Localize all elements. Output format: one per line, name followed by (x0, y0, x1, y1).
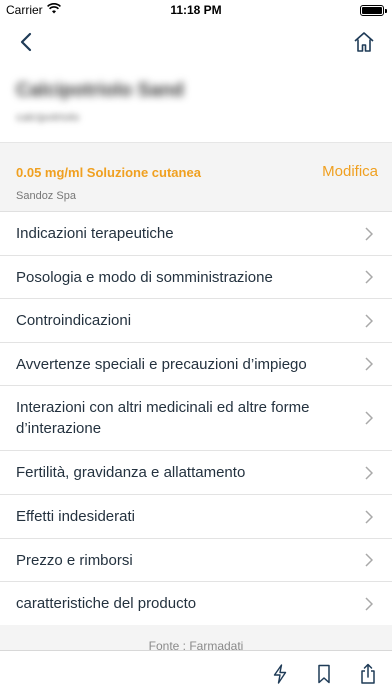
back-button[interactable] (14, 28, 38, 56)
menu-item-label: Effetti indesiderati (16, 508, 135, 525)
chevron-right-icon (364, 596, 374, 611)
source-label: Fonte : Farmadati (148, 639, 244, 650)
section-menu: Indicazioni terapeutiche Posologia e mod… (0, 212, 392, 626)
product-name: Calcipotriolo Sand (16, 80, 184, 101)
menu-item-controindicazioni[interactable]: Controindicazioni (0, 299, 392, 343)
battery-icon (360, 5, 387, 16)
menu-item-fertilita[interactable]: Fertilità, gravidanza e allattamento (0, 451, 392, 495)
chevron-right-icon (364, 313, 374, 328)
menu-item-label: Interazioni con altri medicinali ed altr… (16, 399, 310, 437)
bottom-toolbar (0, 650, 392, 696)
menu-item-label: Prezzo e rimborsi (16, 551, 133, 569)
menu-item-label: Fertilità, gravidanza e allattamento (16, 464, 246, 481)
menu-item-label: caratteristiche del producto (16, 595, 197, 612)
share-icon (361, 663, 375, 684)
product-header: Calcipotriolo Sand calcipotriolo (0, 64, 392, 142)
menu-item-prezzo[interactable]: Prezzo e rimborsi (0, 539, 392, 582)
chevron-right-icon (364, 553, 374, 567)
chevron-right-icon (364, 509, 374, 524)
menu-item-effetti[interactable]: Effetti indesiderati (0, 495, 392, 539)
chevron-right-icon (364, 226, 374, 241)
menu-item-label: Avvertenze speciali e precauzioni d’impi… (16, 355, 307, 373)
flash-icon (273, 664, 287, 684)
home-button[interactable] (350, 28, 378, 56)
nav-bar (0, 20, 392, 64)
menu-item-label: Posologia e modo di somministrazione (16, 268, 273, 286)
menu-item-indicazioni[interactable]: Indicazioni terapeutiche (0, 212, 392, 256)
menu-item-label: Indicazioni terapeutiche (16, 225, 174, 242)
bookmark-icon (318, 664, 330, 684)
status-bar: Carrier 11:18 PM (0, 0, 392, 20)
menu-item-label: Controindicazioni (16, 312, 132, 329)
edit-variant-button[interactable]: Modifica (322, 163, 378, 180)
share-button[interactable] (354, 660, 382, 688)
chevron-left-icon (20, 32, 32, 52)
flash-button[interactable] (266, 660, 294, 688)
variant-panel: 0.05 mg/ml Soluzione cutanea Sandoz Spa … (0, 142, 392, 212)
chevron-right-icon (364, 411, 374, 425)
menu-item-avvertenze[interactable]: Avvertenze speciali e precauzioni d’impi… (0, 343, 392, 386)
source-footer: Fonte : Farmadati (0, 625, 392, 650)
bookmark-button[interactable] (310, 660, 338, 688)
menu-item-interazioni[interactable]: Interazioni con altri medicinali ed altr… (0, 386, 392, 451)
variant-form: 0.05 mg/ml Soluzione cutanea (16, 165, 201, 180)
chevron-right-icon (364, 357, 374, 371)
menu-item-posologia[interactable]: Posologia e modo di somministrazione (0, 256, 392, 299)
chevron-right-icon (364, 465, 374, 480)
variant-company: Sandoz Spa (16, 190, 76, 202)
product-subtitle: calcipotriolo (16, 110, 80, 124)
status-time: 11:18 PM (170, 3, 222, 17)
menu-item-caratteristiche[interactable]: caratteristiche del producto (0, 582, 392, 626)
chevron-right-icon (364, 270, 374, 284)
home-icon (354, 32, 374, 52)
